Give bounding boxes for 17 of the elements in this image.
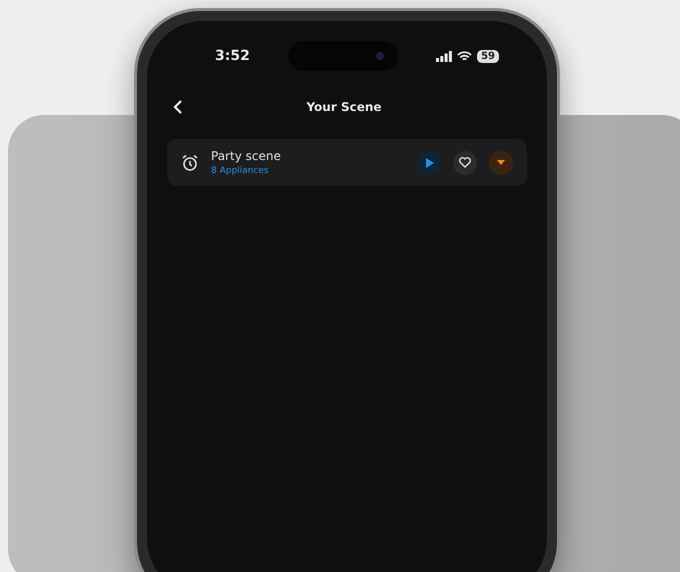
scene-name: Party scene xyxy=(211,149,282,163)
back-icon[interactable] xyxy=(173,99,183,115)
favorite-button[interactable] xyxy=(453,150,477,174)
camera-icon xyxy=(376,52,384,60)
play-button[interactable] xyxy=(417,150,441,174)
screen-title: Your Scene xyxy=(305,100,383,114)
battery-level: 59 xyxy=(477,50,499,62)
appliance-count: 8 Appliances xyxy=(211,166,270,176)
play-icon xyxy=(424,158,434,168)
signal-icon xyxy=(436,50,452,62)
caret-down-icon xyxy=(497,160,505,165)
alarm-clock-icon xyxy=(181,154,199,172)
scene-card[interactable]: Party scene 8 Appliances xyxy=(167,139,527,186)
status-time: 3:52 xyxy=(215,48,250,64)
heart-icon xyxy=(459,157,471,168)
expand-button[interactable] xyxy=(489,150,513,174)
wifi-icon xyxy=(457,50,472,62)
